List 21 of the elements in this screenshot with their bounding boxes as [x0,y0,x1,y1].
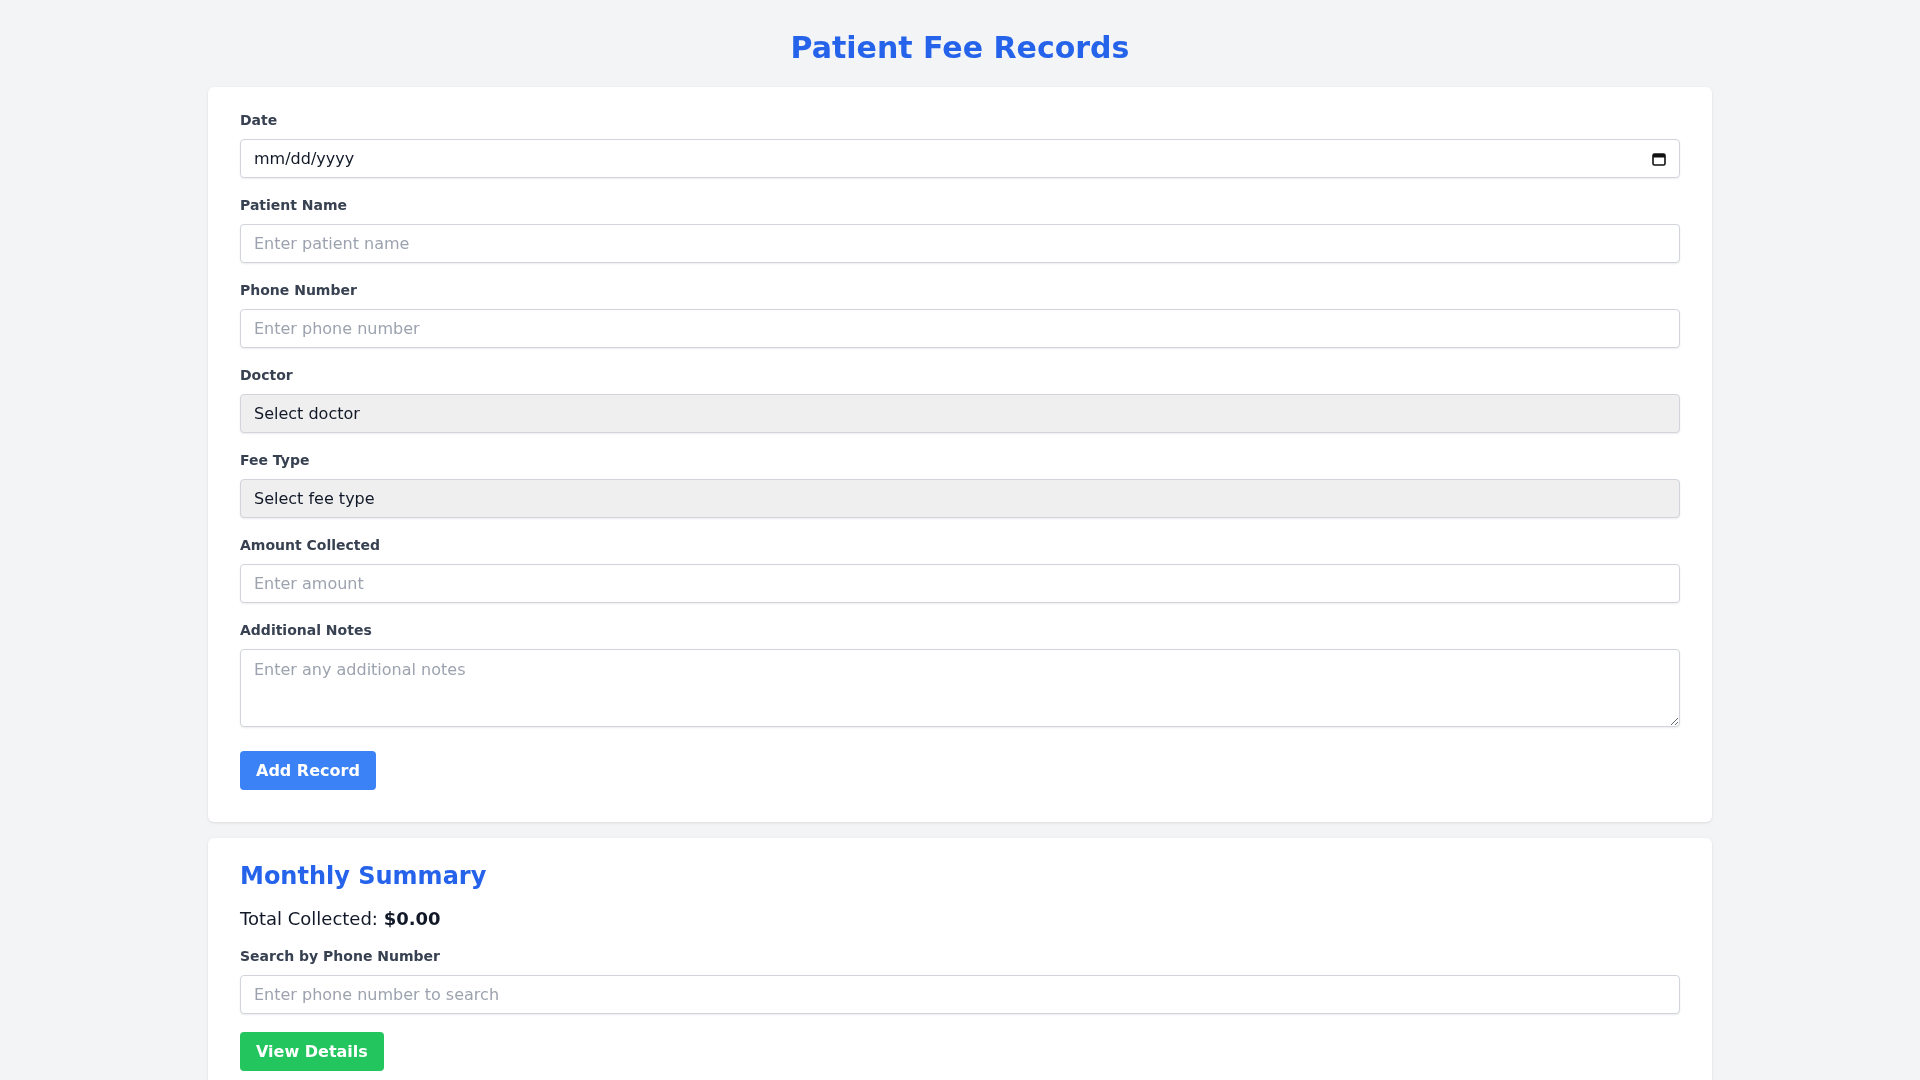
calendar-icon [1652,151,1666,166]
input-field[interactable]: Enter phone number [240,309,1680,348]
field-label: Doctor [240,366,294,384]
field-label: Additional Notes [240,621,373,639]
field-label: Amount Collected [240,536,382,554]
input-field[interactable]: Enter amount [240,564,1680,603]
field-label: Patient Name [240,196,349,214]
field-label: Search by Phone Number [240,947,441,965]
field-label: Fee Type [240,451,311,469]
total-collected: Total Collected: $0.00 [240,908,442,929]
select-dropdown[interactable]: Select fee type [240,479,1680,518]
section-title: Monthly Summary [240,862,488,890]
select-dropdown[interactable]: Select doctor [240,394,1680,433]
search-field[interactable]: Enter phone number to search [240,975,1680,1014]
notes-field[interactable]: Enter any additional notes [240,649,1680,727]
page-title: Patient Fee Records [790,30,1130,65]
field-label: Phone Number [240,281,358,299]
date-field[interactable]: mm/dd/yyyy [240,139,1680,178]
input-field[interactable]: Enter patient name [240,224,1680,263]
field-label: Date [240,111,279,129]
add-record-button[interactable]: Add Record [240,751,376,790]
